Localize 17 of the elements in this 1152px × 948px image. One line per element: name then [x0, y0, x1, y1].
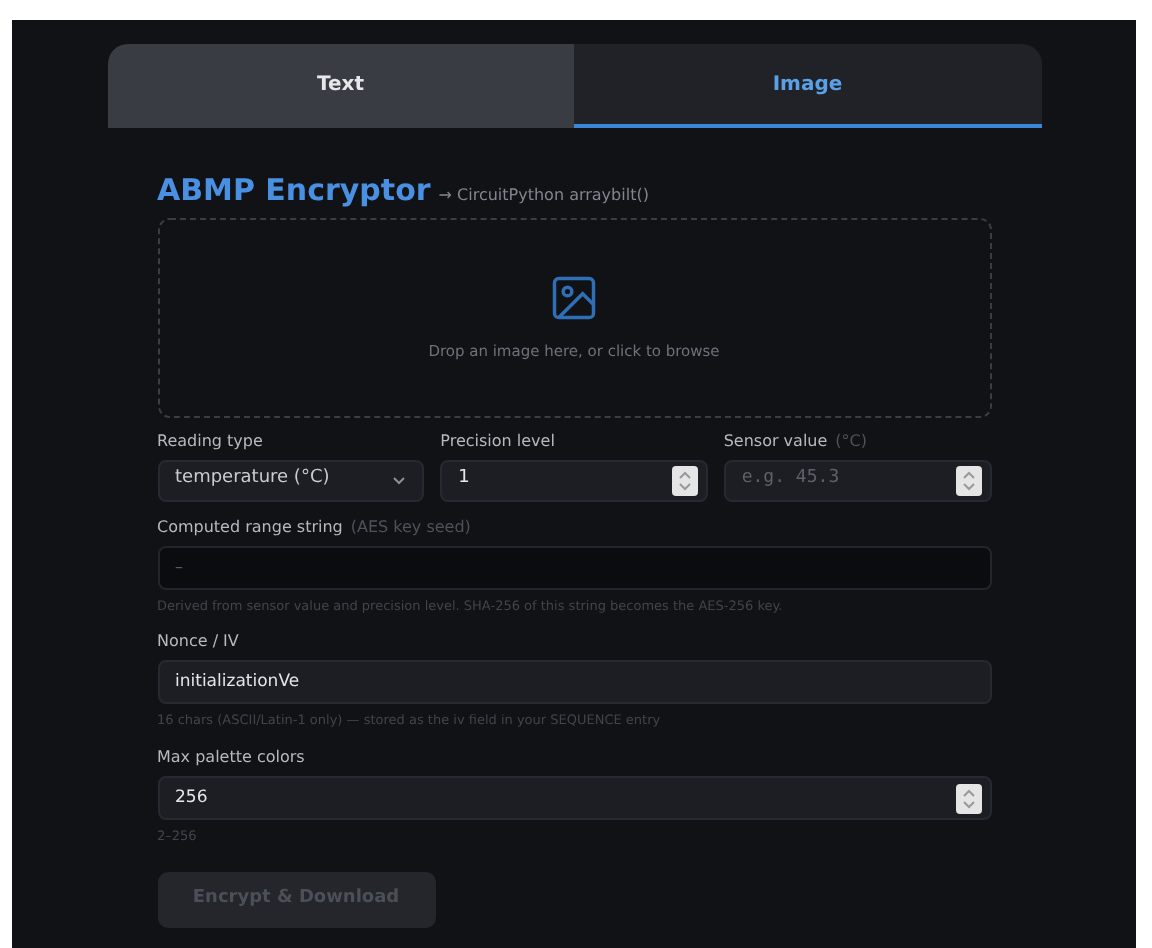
- field-hint: (AES key seed): [350, 515, 471, 539]
- field-label: Nonce / IV: [157, 630, 241, 655]
- field-label: Precision level: [440, 429, 555, 453]
- palette-colors-field[interactable]: 256: [157, 776, 991, 820]
- field-hint: (°C): [835, 429, 867, 453]
- computed-range-field: –: [157, 545, 991, 589]
- field-label: Max palette colors: [157, 746, 307, 770]
- number-field[interactable]: 1: [440, 459, 708, 501]
- tab[interactable]: Text: [107, 44, 574, 128]
- field-label: Sensor value: [723, 429, 828, 453]
- reading-type-select[interactable]: temperature (°C): [157, 459, 425, 501]
- field-label: Computed range string: [157, 515, 343, 539]
- app-subtitle: → CircuitPython arraybilt(): [438, 184, 649, 208]
- field-label: Reading type: [157, 429, 263, 453]
- app-title: ABMP Encryptor: [157, 170, 431, 212]
- tab[interactable]: Image: [574, 44, 1041, 128]
- nonce-field[interactable]: initializationVe: [157, 660, 991, 705]
